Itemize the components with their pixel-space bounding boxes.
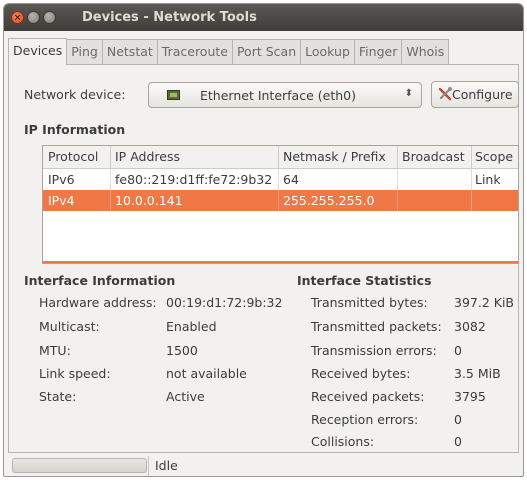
cell-protocol: IPv6 — [48, 172, 75, 187]
multicast-value: Enabled — [166, 319, 217, 334]
rx-errors-label: Reception errors: — [311, 412, 419, 427]
cell-scope: Link — [475, 172, 501, 187]
interface-statistics-heading: Interface Statistics — [297, 273, 432, 288]
tx-packets-value: 3082 — [454, 319, 486, 334]
state-label: State: — [39, 389, 77, 404]
devices-pane: Network device: Ethernet Interface (eth0… — [8, 64, 519, 453]
tab-port-scan[interactable]: Port Scan — [231, 39, 302, 64]
link-speed-value: not available — [166, 366, 247, 381]
configure-label: Configure — [452, 87, 513, 102]
tab-bar: Devices Ping Netstat Traceroute Port Sca… — [8, 38, 450, 65]
ip-table[interactable]: Protocol IP Address Netmask / Prefix Bro… — [42, 145, 519, 264]
ip-information-heading: IP Information — [24, 122, 126, 137]
selected-device: Ethernet Interface (eth0) — [200, 88, 356, 103]
collisions-label: Collisions: — [311, 434, 375, 449]
network-card-icon — [167, 90, 180, 100]
tab-finger[interactable]: Finger — [353, 39, 403, 64]
wrench-screwdriver-icon — [438, 87, 452, 101]
title-bar[interactable]: × Devices - Network Tools — [4, 4, 523, 31]
cell-protocol: IPv4 — [48, 193, 75, 208]
tab-ping[interactable]: Ping — [66, 39, 103, 64]
tab-netstat[interactable]: Netstat — [101, 39, 158, 64]
rx-bytes-value: 3.5 MiB — [454, 366, 501, 381]
mtu-value: 1500 — [166, 343, 198, 358]
network-device-select[interactable]: Ethernet Interface (eth0) ⬍ — [148, 82, 422, 108]
tab-devices[interactable]: Devices — [8, 38, 68, 65]
window-title: Devices - Network Tools — [82, 10, 257, 25]
cell-netmask: 64 — [283, 172, 299, 187]
col-netmask[interactable]: Netmask / Prefix — [283, 149, 386, 164]
table-bottom-highlight — [43, 261, 518, 263]
updown-arrow-icon: ⬍ — [404, 88, 413, 99]
tx-errors-label: Transmission errors: — [311, 343, 437, 358]
col-ip-address[interactable]: IP Address — [115, 149, 180, 164]
network-tools-window: × Devices - Network Tools Devices Ping N… — [3, 3, 524, 477]
table-row[interactable]: IPv6 fe80::219:d1ff:fe72:9b32 64 Link — [43, 169, 518, 190]
ip-table-header: Protocol IP Address Netmask / Prefix Bro… — [43, 146, 518, 169]
tab-lookup[interactable]: Lookup — [300, 39, 355, 64]
cell-netmask: 255.255.255.0 — [283, 193, 375, 208]
status-text: Idle — [155, 458, 178, 473]
rx-packets-label: Received packets: — [311, 389, 425, 404]
multicast-label: Multicast: — [39, 319, 100, 334]
tx-errors-value: 0 — [454, 343, 462, 358]
col-protocol[interactable]: Protocol — [48, 149, 98, 164]
mtu-label: MTU: — [39, 343, 71, 358]
minimize-icon[interactable] — [27, 11, 40, 24]
state-value: Active — [166, 389, 205, 404]
progress-bar — [12, 458, 147, 473]
cell-address: 10.0.0.141 — [115, 193, 183, 208]
tx-packets-label: Transmitted packets: — [311, 319, 442, 334]
rx-packets-value: 3795 — [454, 389, 486, 404]
tab-traceroute[interactable]: Traceroute — [156, 39, 233, 64]
cell-address: fe80::219:d1ff:fe72:9b32 — [115, 172, 273, 187]
rx-errors-value: 0 — [454, 412, 462, 427]
collisions-value: 0 — [454, 434, 462, 449]
col-broadcast[interactable]: Broadcast — [402, 149, 465, 164]
col-scope[interactable]: Scope — [475, 149, 513, 164]
hardware-address-label: Hardware address: — [39, 295, 157, 310]
configure-button[interactable]: Configure — [431, 81, 519, 108]
rx-bytes-label: Received bytes: — [311, 366, 411, 381]
status-bar: Idle — [8, 456, 519, 476]
tx-bytes-value: 397.2 KiB — [454, 295, 515, 310]
close-icon[interactable]: × — [11, 11, 24, 24]
network-device-label: Network device: — [24, 87, 126, 102]
tab-whois[interactable]: Whois — [401, 39, 450, 64]
interface-information-heading: Interface Information — [24, 273, 176, 288]
maximize-icon[interactable] — [43, 11, 56, 24]
table-row-selected[interactable]: IPv4 10.0.0.141 255.255.255.0 — [43, 190, 518, 211]
hardware-address-value: 00:19:d1:72:9b:32 — [166, 295, 283, 310]
link-speed-label: Link speed: — [39, 366, 111, 381]
tx-bytes-label: Transmitted bytes: — [311, 295, 428, 310]
